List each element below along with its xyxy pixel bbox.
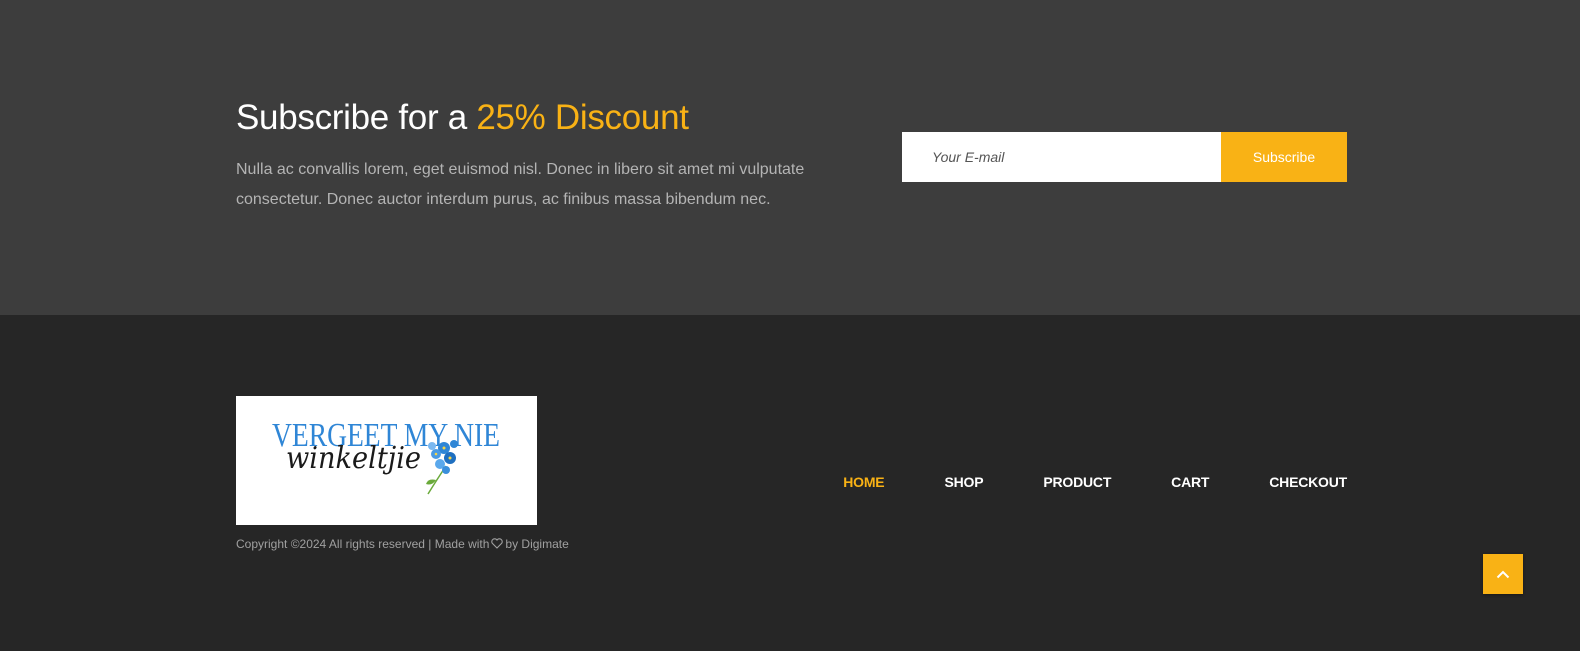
nav-shop[interactable]: SHOP xyxy=(944,474,983,490)
scroll-top-button[interactable] xyxy=(1483,554,1523,594)
nav-home[interactable]: HOME xyxy=(843,474,884,490)
nav-checkout[interactable]: CHECKOUT xyxy=(1269,474,1347,490)
email-input[interactable] xyxy=(902,132,1221,182)
subscribe-button[interactable]: Subscribe xyxy=(1221,132,1347,182)
subscribe-title-text: Subscribe for a xyxy=(236,98,477,137)
copyright-text: Copyright ©2024 All rights reserved | Ma… xyxy=(236,537,490,551)
logo-image: VERGEET MY NIE winkeltjie xyxy=(272,417,500,495)
logo-line-2: winkeltjie xyxy=(286,441,421,476)
subscribe-description: Nulla ac convallis lorem, eget euismod n… xyxy=(236,161,805,208)
chevron-up-icon xyxy=(1496,570,1510,578)
nav-product[interactable]: PRODUCT xyxy=(1043,474,1111,490)
subscribe-section: Subscribe for a 25% Discount Nulla ac co… xyxy=(0,0,1580,315)
subscribe-title: Subscribe for a 25% Discount xyxy=(236,98,689,138)
copyright: Copyright ©2024 All rights reserved | Ma… xyxy=(236,537,569,552)
copyright-author: by Digimate xyxy=(505,537,569,551)
discount-highlight: 25% Discount xyxy=(476,98,689,137)
heart-icon xyxy=(491,538,504,552)
footer-nav: HOME SHOP PRODUCT CART CHECKOUT xyxy=(843,474,1347,490)
site-logo[interactable]: VERGEET MY NIE winkeltjie xyxy=(236,396,537,525)
nav-cart[interactable]: CART xyxy=(1171,474,1209,490)
